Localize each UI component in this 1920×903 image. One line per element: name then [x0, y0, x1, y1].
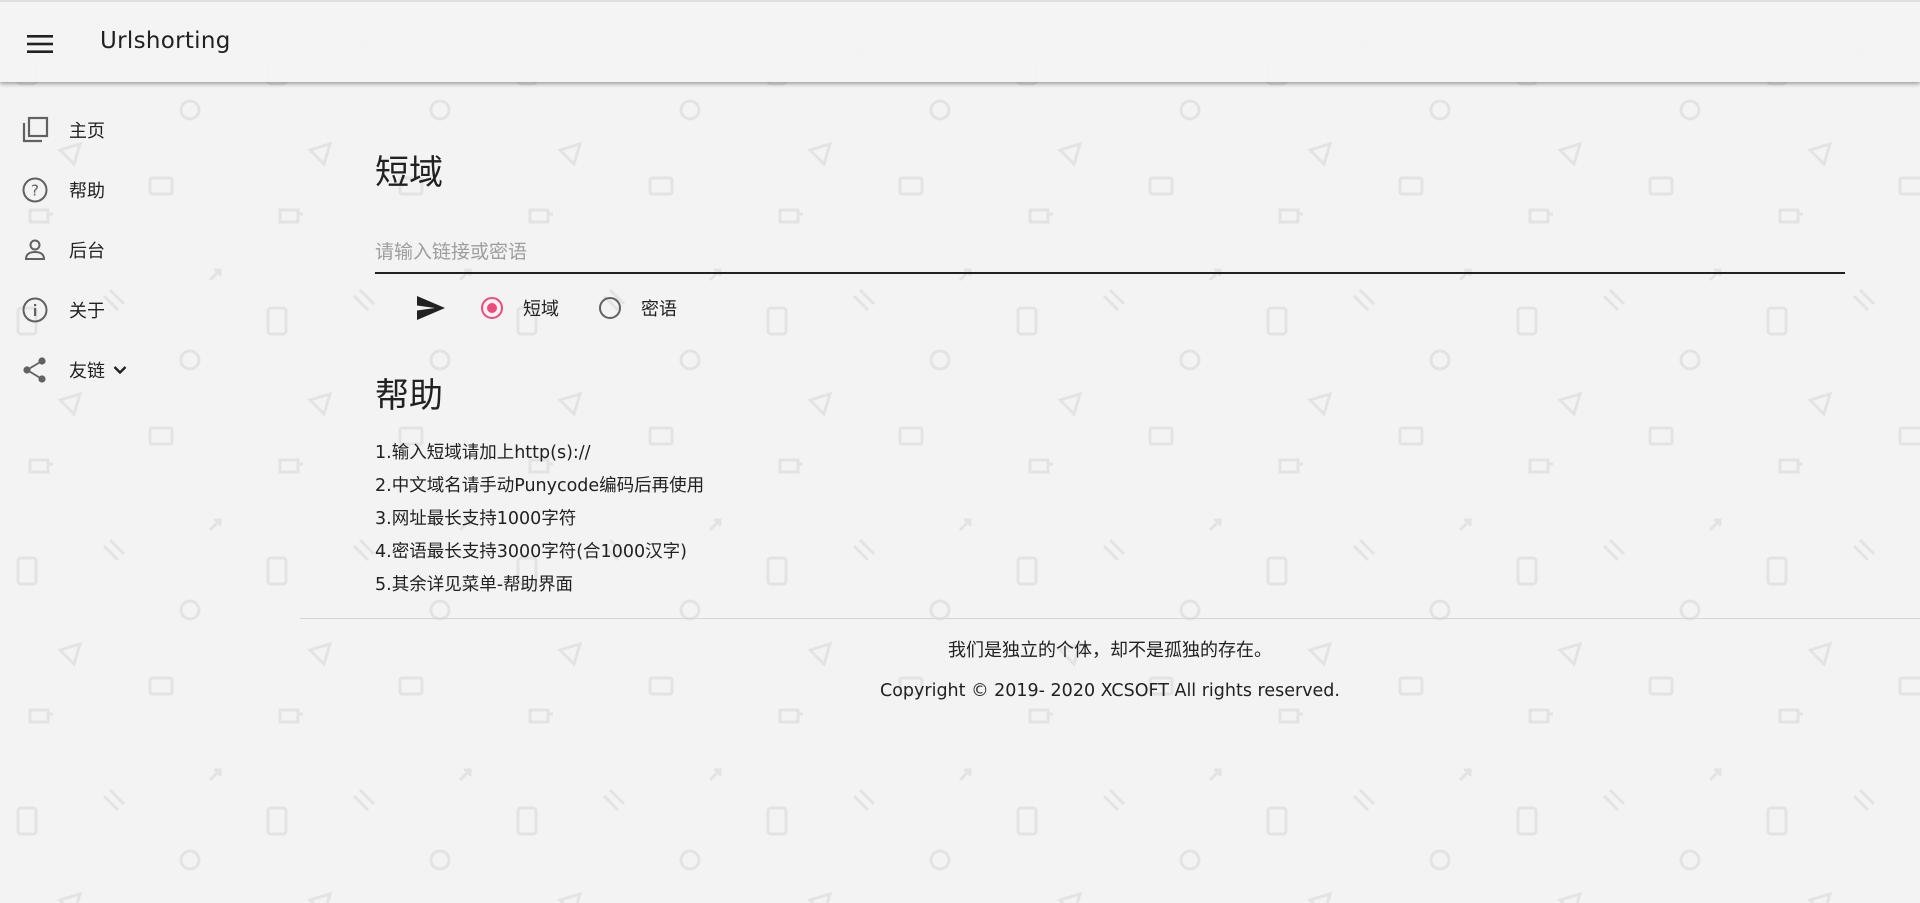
sidebar-item-label: 主页	[69, 121, 105, 142]
sidebar-item-admin[interactable]: 后台	[0, 220, 240, 280]
help-title: 帮助	[375, 376, 443, 416]
help-list-item: 4.密语最长支持3000字符(合1000汉字)	[375, 542, 687, 562]
help-list: 1.输入短域请加上http(s):// 2.中文域名请手动Punycode编码后…	[375, 437, 704, 602]
shorten-title: 短域	[375, 153, 443, 193]
help-list-item: 5.其余详见菜单-帮助界面	[375, 575, 574, 595]
radio-label: 密语	[641, 299, 677, 320]
radio-label: 短域	[523, 299, 559, 320]
chevron-down-icon	[111, 361, 129, 379]
sidebar-item-help[interactable]: ? 帮助	[0, 160, 240, 220]
radio-option-secret-message[interactable]: 密语	[599, 295, 677, 321]
send-icon	[417, 296, 445, 320]
library-icon	[20, 115, 50, 145]
app-title: Urlshorting	[100, 28, 231, 54]
radio-unchecked-icon	[599, 297, 621, 319]
footer-copyright: Copyright © 2019- 2020 XCSOFT All rights…	[880, 681, 1340, 701]
sidebar-item-about[interactable]: 关于	[0, 280, 240, 340]
sidebar-item-links[interactable]: 友链	[0, 340, 240, 400]
footer-divider	[300, 618, 1920, 619]
url-input[interactable]	[375, 232, 1845, 274]
shorten-controls: 短域 密语	[411, 290, 717, 326]
sidebar-item-label: 关于	[69, 301, 105, 322]
sidebar-item-label: 后台	[69, 241, 105, 262]
info-icon	[20, 295, 50, 325]
sidebar-item-home[interactable]: 主页	[0, 100, 240, 160]
send-button[interactable]	[411, 290, 451, 326]
sidebar-item-label: 帮助	[69, 181, 105, 202]
share-icon	[20, 355, 50, 385]
person-icon	[20, 235, 50, 265]
sidebar-item-label: 友链	[69, 361, 105, 382]
help-circle-icon: ?	[20, 175, 50, 205]
footer: 我们是独立的个体，却不是孤独的存在。 Copyright © 2019- 202…	[300, 636, 1920, 706]
sidebar-nav: 主页 ? 帮助 后台 关于 友链	[0, 100, 240, 400]
help-list-item: 2.中文域名请手动Punycode编码后再使用	[375, 476, 705, 496]
hamburger-menu-icon	[27, 35, 53, 53]
menu-button[interactable]	[20, 24, 60, 64]
background-pattern	[0, 0, 1920, 903]
radio-checked-icon	[481, 297, 503, 319]
footer-motto: 我们是独立的个体，却不是孤独的存在。	[948, 640, 1272, 661]
radio-option-short-domain[interactable]: 短域	[481, 295, 559, 321]
svg-text:?: ?	[31, 182, 39, 200]
help-list-item: 1.输入短域请加上http(s)://	[375, 443, 591, 463]
app-bar: Urlshorting	[0, 0, 1920, 82]
help-list-item: 3.网址最长支持1000字符	[375, 509, 577, 529]
